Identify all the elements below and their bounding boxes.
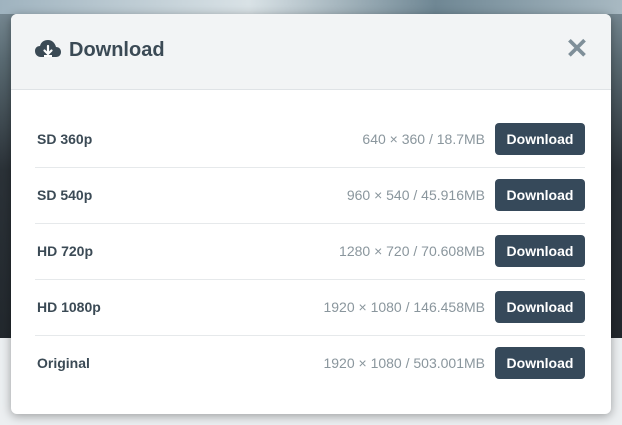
download-button[interactable]: Download xyxy=(495,235,585,267)
modal-title: Download xyxy=(69,39,165,61)
resolution-size-text: 1280 × 720 / 70.608MB xyxy=(339,243,485,259)
resolution-size-text: 960 × 540 / 45.916MB xyxy=(346,187,485,203)
download-button[interactable]: Download xyxy=(495,179,585,211)
download-button[interactable]: Download xyxy=(495,347,585,379)
download-options-list: SD 360p 640 × 360 / 18.7MB Download SD 5… xyxy=(35,112,585,391)
download-option-row: HD 1080p 1920 × 1080 / 146.458MB Downloa… xyxy=(35,280,585,336)
download-button[interactable]: Download xyxy=(495,291,585,323)
background-image-strip xyxy=(0,0,622,14)
download-modal: Download ✕ SD 360p 640 × 360 / 18.7MB Do… xyxy=(11,14,611,414)
download-option-row: HD 720p 1280 × 720 / 70.608MB Download xyxy=(35,224,585,280)
quality-label: SD 540p xyxy=(37,187,93,203)
close-button[interactable]: ✕ xyxy=(565,35,589,63)
quality-label: Original xyxy=(37,355,90,371)
download-option-row: Original 1920 × 1080 / 503.001MB Downloa… xyxy=(35,336,585,391)
cloud-download-icon xyxy=(35,40,61,57)
resolution-size-text: 1920 × 1080 / 146.458MB xyxy=(323,299,485,315)
resolution-size-text: 640 × 360 / 18.7MB xyxy=(362,131,485,147)
modal-header: Download ✕ xyxy=(11,14,611,90)
quality-label: HD 1080p xyxy=(37,299,101,315)
quality-label: HD 720p xyxy=(37,243,94,259)
download-option-row: SD 360p 640 × 360 / 18.7MB Download xyxy=(35,112,585,168)
download-button[interactable]: Download xyxy=(495,123,585,155)
download-option-row: SD 540p 960 × 540 / 45.916MB Download xyxy=(35,168,585,224)
resolution-size-text: 1920 × 1080 / 503.001MB xyxy=(323,355,485,371)
quality-label: SD 360p xyxy=(37,131,93,147)
